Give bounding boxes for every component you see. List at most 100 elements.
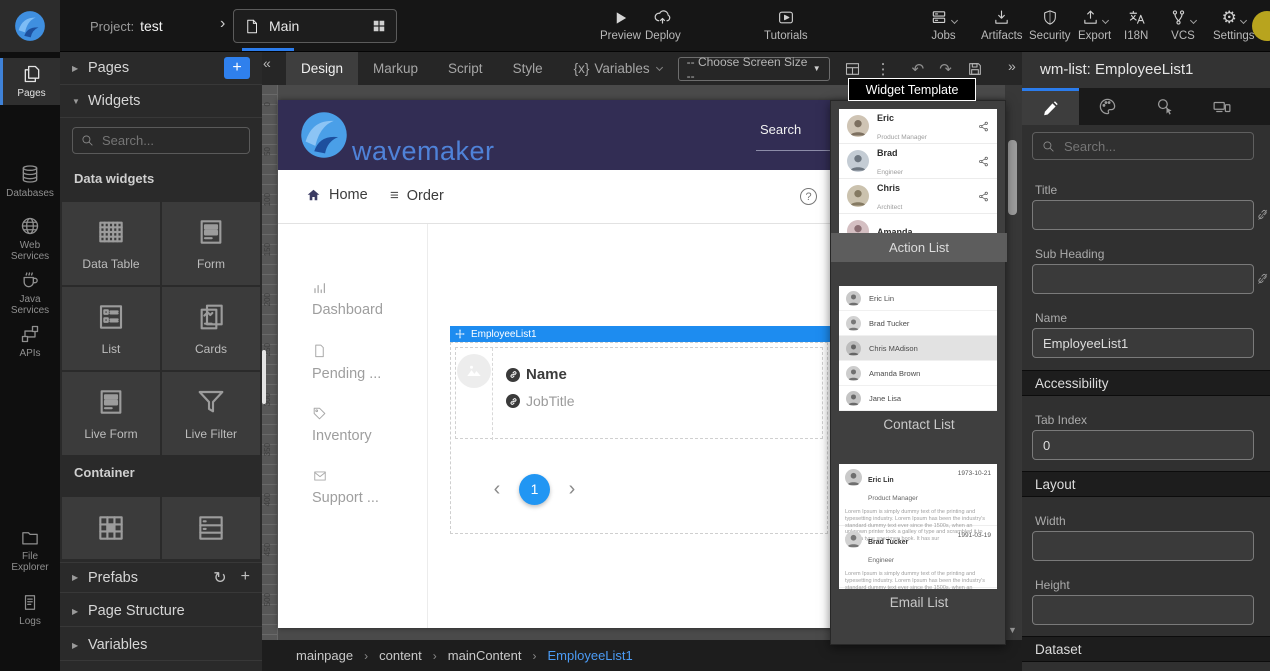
add-prefab-icon[interactable]: + [241, 568, 250, 588]
tab-style[interactable]: Style [498, 52, 558, 85]
template-caption-action-list[interactable]: Action List [831, 233, 1007, 262]
redo-icon[interactable]: ↷ [939, 60, 952, 78]
tab-styles[interactable] [1079, 88, 1136, 125]
settings-button[interactable]: ⚙ Settings [1213, 7, 1255, 42]
bind-property-icon[interactable] [1256, 272, 1269, 285]
save-icon[interactable] [967, 61, 983, 77]
template-caption-contact-list[interactable]: Contact List [831, 417, 1007, 432]
undo-icon[interactable]: ↶ [912, 60, 925, 78]
rail-item-file-explorer[interactable]: File Explorer [0, 522, 60, 579]
breadcrumb-maincontent[interactable]: mainContent [448, 648, 522, 663]
list-item-picture-cell[interactable] [456, 348, 493, 440]
triangle-right-icon: ▶ [72, 573, 84, 582]
widget-selection-bar[interactable]: EmployeeList1 [450, 326, 830, 342]
jobs-button[interactable]: Jobs [930, 7, 957, 42]
i18n-button[interactable]: I18N [1124, 7, 1148, 42]
rail-item-databases[interactable]: Databases [0, 158, 60, 205]
template-contact-list[interactable]: Eric Lin Brad Tucker Chris MAdison Amand… [839, 286, 997, 411]
add-page-button[interactable]: + [224, 57, 250, 79]
vcs-button[interactable]: VCS [1170, 7, 1196, 42]
grid-icon[interactable] [372, 19, 386, 33]
template-row: Eric Product Manager [839, 109, 997, 144]
screen-size-select[interactable]: -- Choose Screen Size -- ▼ [678, 57, 830, 81]
employee-list-widget[interactable]: EmployeeList1 [450, 342, 828, 534]
widget-search-input[interactable] [100, 132, 241, 149]
tab-design[interactable]: Design [286, 52, 358, 85]
widget-tile-cards[interactable]: Cards [162, 287, 260, 370]
tab-index-input[interactable] [1032, 430, 1254, 460]
sidenav-item-pending[interactable]: Pending ... [312, 343, 381, 382]
rail-item-logs[interactable]: Logs [0, 587, 60, 633]
widget-tile-list[interactable]: List [62, 287, 160, 370]
page-search-label[interactable]: Search [760, 122, 801, 137]
width-input[interactable] [1032, 531, 1254, 561]
prefabs-section-header[interactable]: ▶ Prefabs ↻ + [60, 562, 262, 593]
tab-events[interactable] [1136, 88, 1193, 125]
bind-property-icon[interactable] [1256, 208, 1269, 221]
tab-script[interactable]: Script [433, 52, 498, 85]
help-icon[interactable]: ? [800, 188, 817, 205]
scroll-down-icon[interactable]: ▼ [1008, 625, 1017, 635]
page-tab-main[interactable]: Main [233, 9, 397, 43]
title-input[interactable] [1032, 200, 1254, 230]
widget-tile-grid-layout[interactable] [62, 497, 160, 559]
variables-menu[interactable]: {x} Variables [574, 61, 662, 76]
template-email-list[interactable]: Eric Lin Product Manager 1973-10-21 Lore… [839, 464, 997, 589]
breadcrumb-employeelist1[interactable]: EmployeeList1 [547, 648, 632, 663]
pages-section-header[interactable]: ▶ Pages + [60, 52, 262, 85]
name-input[interactable] [1032, 328, 1254, 358]
tab-markup[interactable]: Markup [358, 52, 433, 85]
rail-item-web-services[interactable]: Web Services [0, 210, 60, 268]
widget-tile-data-table[interactable]: Data Table [62, 202, 160, 285]
preview-button[interactable]: Preview [600, 7, 641, 42]
list-item-template[interactable]: Name JobTitle [455, 347, 823, 439]
project-chevron-icon[interactable]: › [220, 15, 225, 33]
security-button[interactable]: Security [1029, 7, 1071, 42]
collapse-explorer-icon[interactable]: « [263, 55, 271, 71]
refresh-icon[interactable]: ↻ [213, 568, 226, 588]
wavemaker-logo[interactable] [0, 0, 60, 52]
move-icon[interactable] [455, 329, 465, 339]
widget-tile-form[interactable]: Form [162, 202, 260, 285]
widget-tile-panel[interactable] [162, 497, 260, 559]
variables-section-header[interactable]: ▶ Variables [60, 630, 262, 661]
template-action-list[interactable]: Eric Product Manager Brad Engineer [839, 109, 997, 233]
widget-tile-live-filter[interactable]: Live Filter [162, 372, 260, 455]
property-search-input[interactable] [1062, 138, 1244, 155]
list-field-name[interactable]: Name [506, 366, 567, 383]
breadcrumb-content[interactable]: content [379, 648, 422, 663]
widgets-section-header[interactable]: ▼ Widgets [60, 85, 262, 118]
tab-mobile[interactable] [1250, 88, 1270, 125]
nav-item-order[interactable]: ≡ Order [390, 187, 444, 204]
template-caption-email-list[interactable]: Email List [831, 595, 1007, 610]
sidenav-item-support[interactable]: Support ... [312, 469, 379, 506]
tab-devices[interactable] [1193, 88, 1250, 125]
breadcrumb-mainpage[interactable]: mainpage [296, 648, 353, 663]
height-input[interactable] [1032, 595, 1254, 625]
list-field-jobtitle[interactable]: JobTitle [506, 393, 575, 409]
sidenav-item-inventory[interactable]: Inventory [312, 406, 372, 444]
deploy-button[interactable]: Deploy [645, 7, 681, 42]
explorer-scrollbar[interactable] [262, 350, 266, 404]
widget-tile-live-form[interactable]: Live Form [62, 372, 160, 455]
page-structure-section-header[interactable]: ▶ Page Structure [60, 596, 262, 627]
rail-item-apis[interactable]: APIs [0, 318, 60, 365]
topbar: Project:test › Main Preview Deploy [0, 0, 1270, 52]
popup-scrollbar-thumb[interactable] [1008, 140, 1017, 215]
sub-heading-input[interactable] [1032, 264, 1254, 294]
rail-item-pages[interactable]: Pages [0, 58, 60, 105]
export-button[interactable]: Export [1078, 7, 1111, 42]
pagination-page-1[interactable]: 1 [519, 474, 550, 505]
expand-panel-icon[interactable]: » [1008, 58, 1016, 74]
tutorials-button[interactable]: Tutorials [764, 7, 808, 42]
artifacts-button[interactable]: Artifacts [981, 7, 1023, 42]
rail-item-java-services[interactable]: Java Services [0, 264, 60, 322]
nav-item-home[interactable]: Home [306, 187, 368, 203]
pagination-next-icon[interactable]: › [562, 478, 582, 501]
tab-properties[interactable] [1022, 88, 1079, 125]
chevron-down-icon [656, 63, 663, 70]
sidenav-item-dashboard[interactable]: Dashboard [312, 280, 383, 318]
kebab-menu-icon[interactable]: ⋮ [876, 60, 891, 78]
widget-template-icon[interactable] [844, 61, 861, 77]
pagination-prev-icon[interactable]: ‹ [487, 478, 507, 501]
